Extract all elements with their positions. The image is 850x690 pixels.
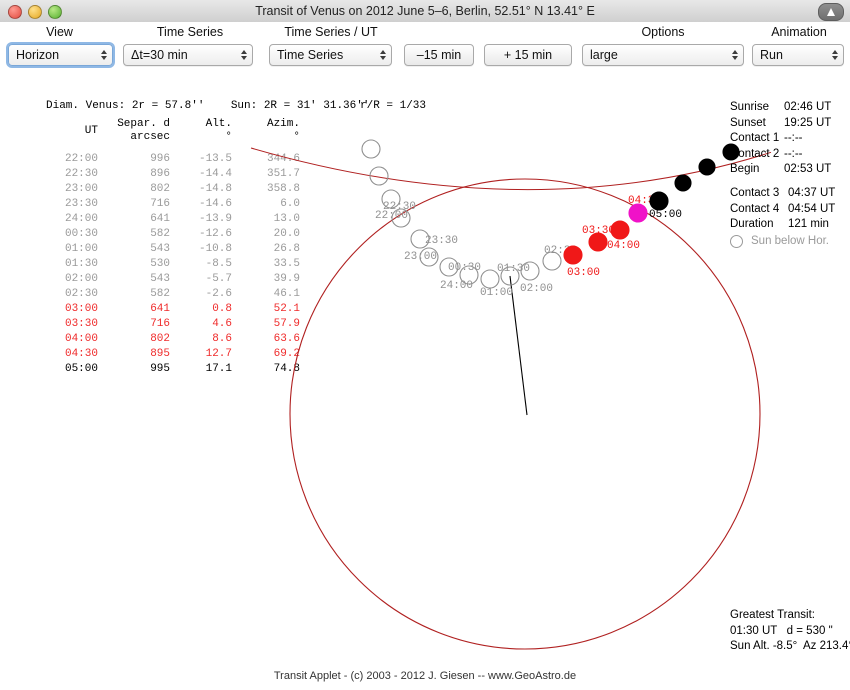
contact-row: Contact 4 04:54 UT — [730, 202, 850, 218]
legend-sun-below-horizon: Sun below Hor. — [730, 234, 850, 248]
venus-time-label: 04:00 — [607, 240, 640, 252]
options-select[interactable]: large — [582, 44, 744, 66]
legend-label: Sun below Hor. — [751, 235, 829, 247]
animation-group-label: Animation — [771, 25, 827, 39]
triangle-icon[interactable] — [818, 3, 844, 21]
venus-marker-06:00[interactable] — [698, 158, 716, 176]
series-ut-group-label: Time Series / UT — [284, 25, 378, 39]
venus-marker-05:30[interactable] — [674, 174, 692, 192]
options-group-label: Options — [641, 25, 685, 39]
animation-select[interactable]: Run — [752, 44, 844, 66]
plus-15-min-label: + 15 min — [503, 48, 553, 62]
sun-event-row: Begin 02:53 UT — [730, 162, 846, 178]
sun-event-row: Sunset 19:25 UT — [730, 116, 846, 132]
contact-key: Contact 4 — [730, 202, 780, 215]
footer-credit: Transit Applet - (c) 2003 - 2012 J. Gies… — [273, 670, 577, 682]
contact-row: Contact 3 04:37 UT — [730, 186, 850, 202]
chevron-updown-icon — [732, 50, 738, 60]
minus-15-min-label: –15 min — [416, 48, 462, 62]
venus-marker-22:00[interactable] — [361, 139, 381, 159]
venus-time-label: 23:30 — [425, 235, 458, 247]
toolbar-group-view: View Horizon — [2, 22, 117, 66]
application-window: Transit of Venus on 2012 June 5–6, Berli… — [0, 0, 850, 690]
venus-time-label: 03:00 — [567, 267, 600, 279]
toolbar-group-series-ut: Time Series / UT Time Series — [266, 22, 396, 66]
contact-row: Duration 121 min — [730, 217, 850, 233]
chevron-updown-icon — [101, 50, 107, 60]
sun-contacts-top-panel: Sunrise 02:46 UT Sunset 19:25 UT Contact 1 --… — [730, 100, 846, 178]
venus-time-label: 24:00 — [440, 280, 473, 292]
venus-time-label: 02:00 — [520, 283, 553, 295]
open-circle-icon — [730, 234, 743, 248]
contact-value: 04:37 UT — [788, 187, 836, 199]
sun-event-key: Sunrise — [730, 101, 769, 113]
sun-event-value: 02:46 UT — [784, 101, 832, 113]
chevron-updown-icon — [380, 50, 386, 60]
venus-disk-marker[interactable] — [674, 174, 692, 192]
sun-event-key: Contact 2 — [730, 147, 780, 160]
plus-15-min-button[interactable]: + 15 min — [484, 44, 572, 66]
greatest-transit-title: Greatest Transit: — [730, 609, 816, 621]
venus-disk-marker[interactable] — [563, 245, 583, 265]
timestep-group-label: Time Series — [156, 25, 224, 39]
animation-select-value: Run — [760, 48, 783, 62]
venus-disk-marker[interactable] — [610, 220, 630, 240]
venus-time-label: 05:00 — [649, 209, 682, 221]
series-ut-select-value: Time Series — [277, 48, 344, 62]
sun-contacts-bottom-panel: Contact 3 04:37 UT Contact 4 04:54 UT Durati… — [730, 186, 850, 248]
series-ut-select[interactable]: Time Series — [269, 44, 392, 66]
chevron-updown-icon — [832, 50, 838, 60]
venus-time-label: 03:30 — [582, 225, 615, 237]
sun-event-row: Contact 2 --:-- — [730, 147, 846, 163]
contact-key: Duration — [730, 218, 774, 230]
toolbar: View Horizon Time Series Δt=30 min Time … — [0, 22, 850, 72]
toolbar-group-animation: Animation Run — [752, 22, 846, 66]
sun-event-key: Begin — [730, 163, 760, 175]
sun-event-value: 02:53 UT — [784, 163, 832, 175]
window-titlebar: Transit of Venus on 2012 June 5–6, Berli… — [0, 0, 850, 23]
sun-event-row: Sunrise 02:46 UT — [730, 100, 846, 116]
venus-path — [250, 147, 772, 191]
sun-disk — [289, 178, 761, 650]
venus-time-label: 00:30 — [448, 262, 481, 274]
view-group-label: View — [46, 25, 73, 39]
sun-event-value: --:-- — [784, 132, 803, 144]
greatest-transit-altaz: Sun Alt. -8.5° Az 213.4° — [730, 640, 850, 652]
window-title: Transit of Venus on 2012 June 5–6, Berli… — [255, 4, 595, 18]
sun-event-key: Sunset — [730, 116, 766, 129]
minus-15-min-button[interactable]: –15 min — [404, 44, 474, 66]
transit-plot: 22:30 22:00 23:30 23:00 00:30 24:00 01:30 01:00… — [0, 80, 850, 680]
greatest-transit-time: 01:30 UT d = 530 " — [730, 624, 833, 637]
chevron-updown-icon — [241, 50, 247, 60]
venus-time-label: 22:00 — [375, 210, 408, 222]
venus-marker-04:00[interactable] — [610, 220, 630, 240]
view-select[interactable]: Horizon — [8, 44, 113, 66]
contact-value: 121 min — [788, 218, 829, 230]
timestep-select[interactable]: Δt=30 min — [123, 44, 253, 66]
venus-disk-marker[interactable] — [649, 191, 669, 211]
venus-time-label: 01:00 — [480, 287, 513, 299]
venus-marker-05:00[interactable] — [649, 191, 669, 211]
toolbar-group-options: Options large — [582, 22, 744, 66]
sun-event-value: --:-- — [784, 147, 803, 160]
venus-disk-marker[interactable] — [361, 139, 381, 159]
transit-plot-svg[interactable]: 22:3022:0023:3023:0000:3024:0001:3001:00… — [0, 80, 850, 680]
timestep-select-value: Δt=30 min — [131, 48, 188, 62]
contact-key: Contact 3 — [730, 187, 780, 199]
greatest-transit-panel: Greatest Transit: 01:30 UT d = 530 " Sun… — [730, 608, 850, 655]
sun-event-row: Contact 1 --:-- — [730, 131, 846, 147]
view-select-value: Horizon — [16, 48, 60, 62]
venus-disk-marker[interactable] — [698, 158, 716, 176]
venus-time-label: 23:00 — [404, 251, 437, 263]
sun-event-key: Contact 1 — [730, 132, 780, 144]
options-select-value: large — [590, 48, 618, 62]
venus-marker-03:00[interactable] — [563, 245, 583, 265]
sun-event-value: 19:25 UT — [784, 116, 832, 129]
toolbar-group-timestep: Time Series Δt=30 min — [123, 22, 257, 66]
contact-value: 04:54 UT — [788, 202, 836, 215]
